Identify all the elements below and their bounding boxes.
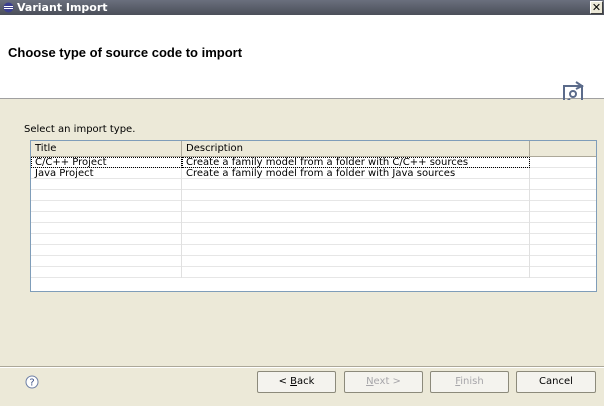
eclipse-icon — [3, 2, 14, 13]
column-header-empty[interactable] — [530, 141, 596, 157]
table-row[interactable] — [31, 223, 596, 234]
row-empty-cell — [530, 223, 596, 234]
column-header-title[interactable]: Title — [31, 141, 182, 157]
row-description-cell — [182, 223, 530, 234]
variant-import-dialog: Variant Import ✕ Choose type of source c… — [0, 0, 604, 406]
row-empty-cell — [530, 212, 596, 223]
window-title: Variant Import — [17, 1, 108, 14]
row-empty-cell — [530, 179, 596, 190]
row-description-cell — [182, 201, 530, 212]
table-row[interactable] — [31, 245, 596, 256]
import-type-label: Select an import type. — [24, 124, 136, 135]
next-button-post: ext > — [373, 376, 401, 387]
row-title-cell — [31, 212, 182, 223]
page-title: Choose type of source code to import — [8, 45, 243, 60]
row-title-cell — [31, 267, 182, 278]
row-empty-cell — [530, 267, 596, 278]
row-description-cell — [182, 190, 530, 201]
column-header-description[interactable]: Description — [182, 141, 530, 157]
close-button[interactable]: ✕ — [590, 1, 603, 14]
back-button-post: ack — [297, 376, 315, 387]
table-row[interactable] — [31, 212, 596, 223]
back-button[interactable]: < Back — [257, 371, 336, 393]
wizard-footer: ? < Back Next > Finish Cancel — [0, 368, 604, 406]
row-title-cell: C/C++ Project — [31, 157, 182, 168]
back-button-mnemonic: B — [290, 376, 297, 387]
row-description-cell — [182, 267, 530, 278]
table-row[interactable]: Java Project Create a family model from a… — [31, 168, 596, 179]
row-title-cell — [31, 245, 182, 256]
row-title-cell — [31, 223, 182, 234]
finish-button-post: inish — [460, 376, 484, 387]
row-description-cell — [182, 212, 530, 223]
row-title-cell — [31, 201, 182, 212]
table-row[interactable] — [31, 256, 596, 267]
row-empty-cell — [530, 234, 596, 245]
row-empty-cell — [530, 168, 596, 179]
row-description-cell: Create a family model from a folder with… — [182, 157, 530, 168]
table-row[interactable] — [31, 201, 596, 212]
next-button[interactable]: Next > — [344, 371, 423, 393]
wizard-header: Choose type of source code to import — [0, 15, 604, 107]
import-type-table[interactable]: Title Description C/C++ Project Create a … — [30, 140, 597, 292]
table-body: C/C++ Project Create a family model from … — [31, 157, 596, 291]
row-empty-cell — [530, 245, 596, 256]
row-title-cell — [31, 190, 182, 201]
table-row[interactable] — [31, 179, 596, 190]
help-icon[interactable]: ? — [25, 375, 39, 389]
next-button-mnemonic: N — [366, 376, 374, 387]
row-empty-cell — [530, 256, 596, 267]
finish-button[interactable]: Finish — [430, 371, 509, 393]
row-title-cell — [31, 256, 182, 267]
cancel-button[interactable]: Cancel — [516, 371, 596, 393]
title-bar[interactable]: Variant Import ✕ — [0, 0, 604, 15]
row-description-cell — [182, 245, 530, 256]
row-title-cell — [31, 179, 182, 190]
row-description-cell: Create a family model from a folder with… — [182, 168, 530, 179]
svg-text:?: ? — [29, 378, 34, 389]
table-row[interactable] — [31, 267, 596, 278]
wizard-content: Select an import type. Title Description… — [0, 100, 604, 366]
table-row[interactable]: C/C++ Project Create a family model from … — [31, 157, 596, 168]
back-button-pre: < — [278, 376, 291, 387]
row-empty-cell — [530, 157, 596, 168]
row-description-cell — [182, 256, 530, 267]
close-icon: ✕ — [591, 1, 602, 14]
table-header: Title Description — [31, 141, 596, 157]
table-row[interactable] — [31, 190, 596, 201]
row-empty-cell — [530, 190, 596, 201]
row-title-cell: Java Project — [31, 168, 182, 179]
table-row[interactable] — [31, 234, 596, 245]
row-description-cell — [182, 234, 530, 245]
row-title-cell — [31, 234, 182, 245]
row-description-cell — [182, 179, 530, 190]
row-empty-cell — [530, 201, 596, 212]
